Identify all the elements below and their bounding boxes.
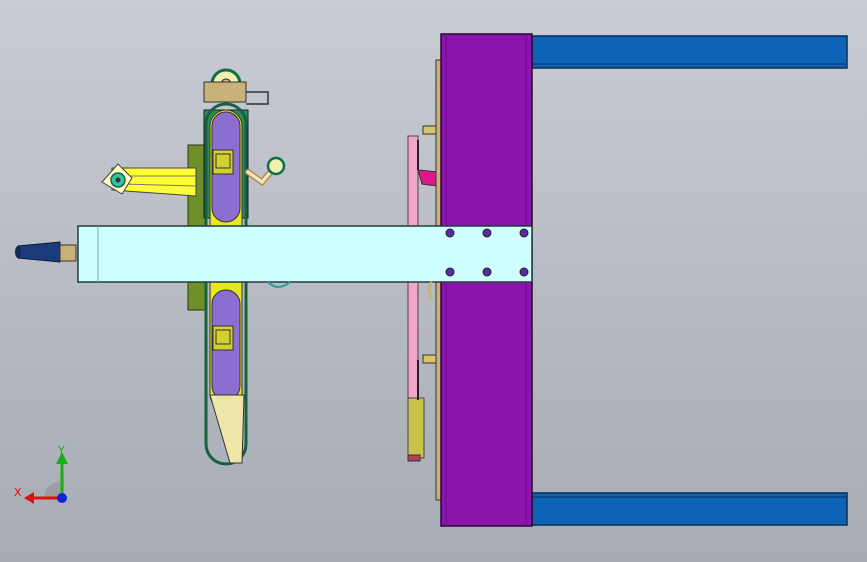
yellow-arm[interactable] (101, 163, 197, 197)
axis-y-label: Y (57, 444, 65, 457)
belt-tail-wedge (209, 394, 245, 464)
pink-guide-rod[interactable] (407, 135, 425, 462)
crank-arm[interactable] (245, 156, 286, 187)
handle-grip[interactable] (15, 241, 77, 263)
top-rail[interactable] (529, 35, 848, 69)
top-bracket[interactable] (203, 81, 269, 105)
axis-x-label: X (14, 486, 22, 499)
cad-viewport[interactable]: Y X (0, 0, 867, 562)
coordinate-triad: Y X (14, 444, 68, 504)
bottom-rail[interactable] (529, 492, 848, 526)
magenta-clamp[interactable] (417, 169, 439, 187)
cad-model-scene[interactable]: Y X (0, 0, 867, 562)
cyan-crossbeam[interactable] (77, 225, 533, 283)
small-link-below-beam (267, 281, 434, 299)
